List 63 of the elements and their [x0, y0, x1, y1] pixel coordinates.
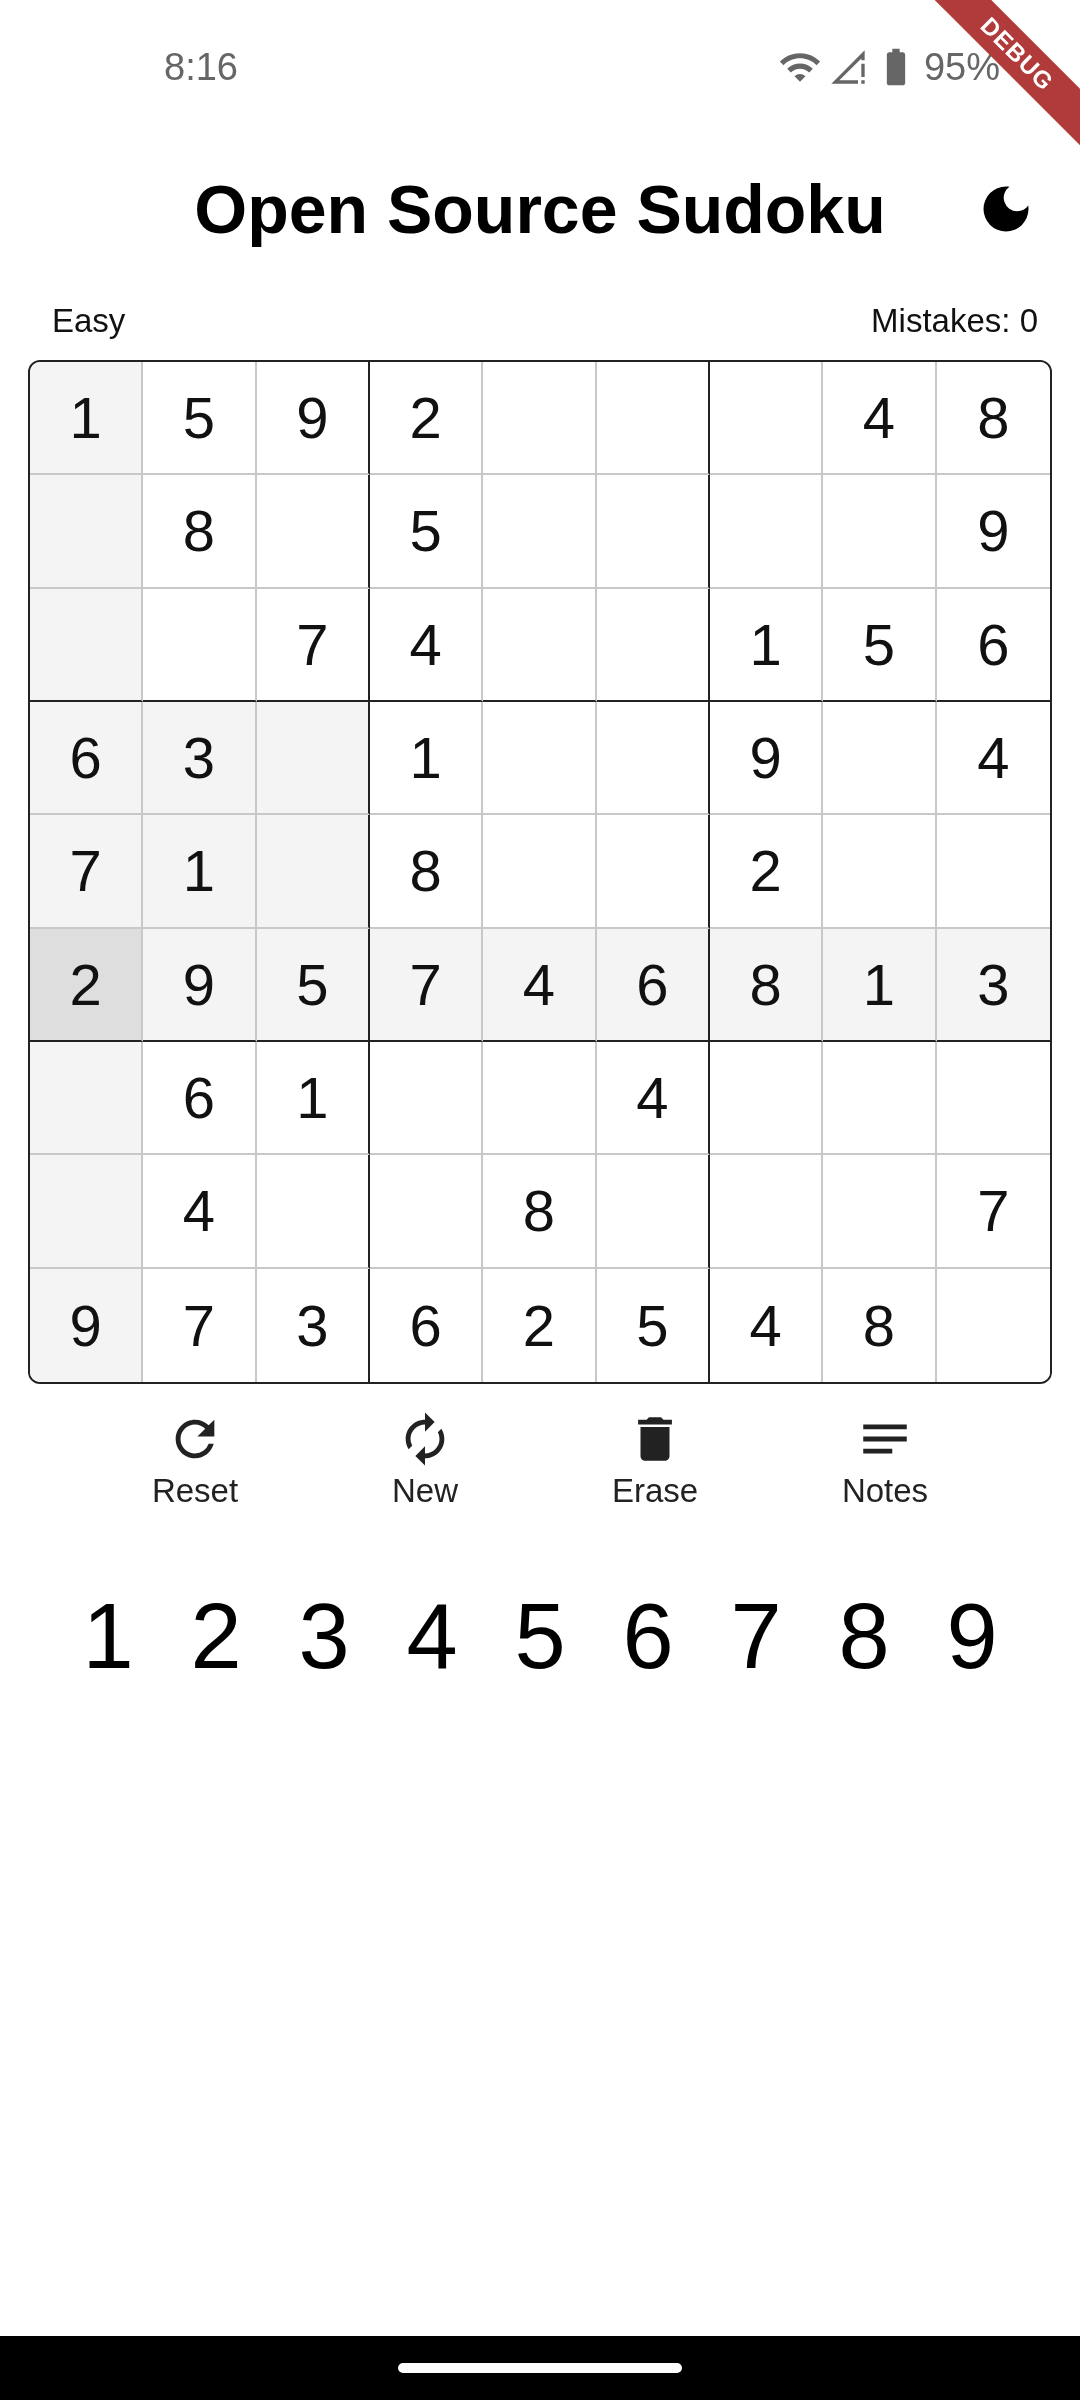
board-cell[interactable]: 8	[710, 928, 824, 1042]
board-cell[interactable]: 4	[143, 1155, 257, 1269]
board-cell[interactable]: 5	[143, 362, 257, 476]
number-key[interactable]: 6	[619, 1584, 677, 1689]
board-cell[interactable]: 4	[596, 1042, 710, 1156]
board-cell[interactable]: 1	[256, 1042, 370, 1156]
board-cell[interactable]	[596, 475, 710, 589]
board-cell[interactable]: 1	[30, 362, 144, 476]
number-key[interactable]: 3	[295, 1584, 353, 1689]
board-cell[interactable]: 1	[710, 588, 824, 702]
board-cell[interactable]: 6	[30, 702, 144, 816]
board-cell[interactable]: 6	[596, 928, 710, 1042]
board-cell[interactable]: 2	[370, 362, 484, 476]
board-cell[interactable]: 9	[30, 1268, 144, 1382]
board-cell[interactable]: 8	[483, 1155, 597, 1269]
difficulty-label: Easy	[52, 302, 126, 340]
board-cell[interactable]	[596, 362, 710, 476]
home-handle[interactable]	[398, 2363, 682, 2373]
board-cell[interactable]: 7	[370, 928, 484, 1042]
board-cell[interactable]	[256, 815, 370, 929]
board-cell[interactable]	[256, 1155, 370, 1269]
board-cell[interactable]: 4	[370, 588, 484, 702]
status-time: 8:16	[164, 45, 238, 89]
number-key[interactable]: 2	[187, 1584, 245, 1689]
board-cell[interactable]: 1	[370, 702, 484, 816]
board-cell[interactable]: 3	[936, 928, 1050, 1042]
board-cell[interactable]: 8	[936, 362, 1050, 476]
board-cell[interactable]: 6	[143, 1042, 257, 1156]
notes-button[interactable]: Notes	[795, 1406, 975, 1514]
board-cell[interactable]: 8	[370, 815, 484, 929]
board-cell[interactable]: 2	[710, 815, 824, 929]
board-cell[interactable]: 4	[823, 362, 937, 476]
number-key[interactable]: 7	[727, 1584, 785, 1689]
board-cell[interactable]	[596, 702, 710, 816]
board-cell[interactable]	[596, 815, 710, 929]
board-cell[interactable]	[256, 702, 370, 816]
board-cell[interactable]: 2	[30, 928, 144, 1042]
board-cell[interactable]: 9	[143, 928, 257, 1042]
number-key[interactable]: 9	[943, 1584, 1001, 1689]
app-title: Open Source Sudoku	[194, 170, 886, 248]
board-cell[interactable]: 7	[256, 588, 370, 702]
board-cell[interactable]: 9	[256, 362, 370, 476]
board-cell[interactable]: 5	[823, 588, 937, 702]
number-key[interactable]: 5	[511, 1584, 569, 1689]
board-cell[interactable]	[596, 588, 710, 702]
erase-button[interactable]: Erase	[565, 1406, 745, 1514]
board-cell[interactable]: 8	[143, 475, 257, 589]
board-cell[interactable]: 1	[823, 928, 937, 1042]
number-key[interactable]: 1	[79, 1584, 137, 1689]
reset-button[interactable]: Reset	[105, 1406, 285, 1514]
board-cell[interactable]: 4	[483, 928, 597, 1042]
board-cell[interactable]: 3	[143, 702, 257, 816]
number-key[interactable]: 4	[403, 1584, 461, 1689]
board-cell[interactable]: 5	[256, 928, 370, 1042]
board-cell[interactable]	[596, 1155, 710, 1269]
board-cell[interactable]	[256, 475, 370, 589]
board-cell[interactable]: 7	[30, 815, 144, 929]
new-button[interactable]: New	[335, 1406, 515, 1514]
number-key[interactable]: 8	[835, 1584, 893, 1689]
mistakes-counter: Mistakes: 0	[871, 302, 1038, 340]
board-cell[interactable]: 5	[370, 475, 484, 589]
board-cell[interactable]: 9	[710, 702, 824, 816]
board-cell[interactable]: 1	[143, 815, 257, 929]
